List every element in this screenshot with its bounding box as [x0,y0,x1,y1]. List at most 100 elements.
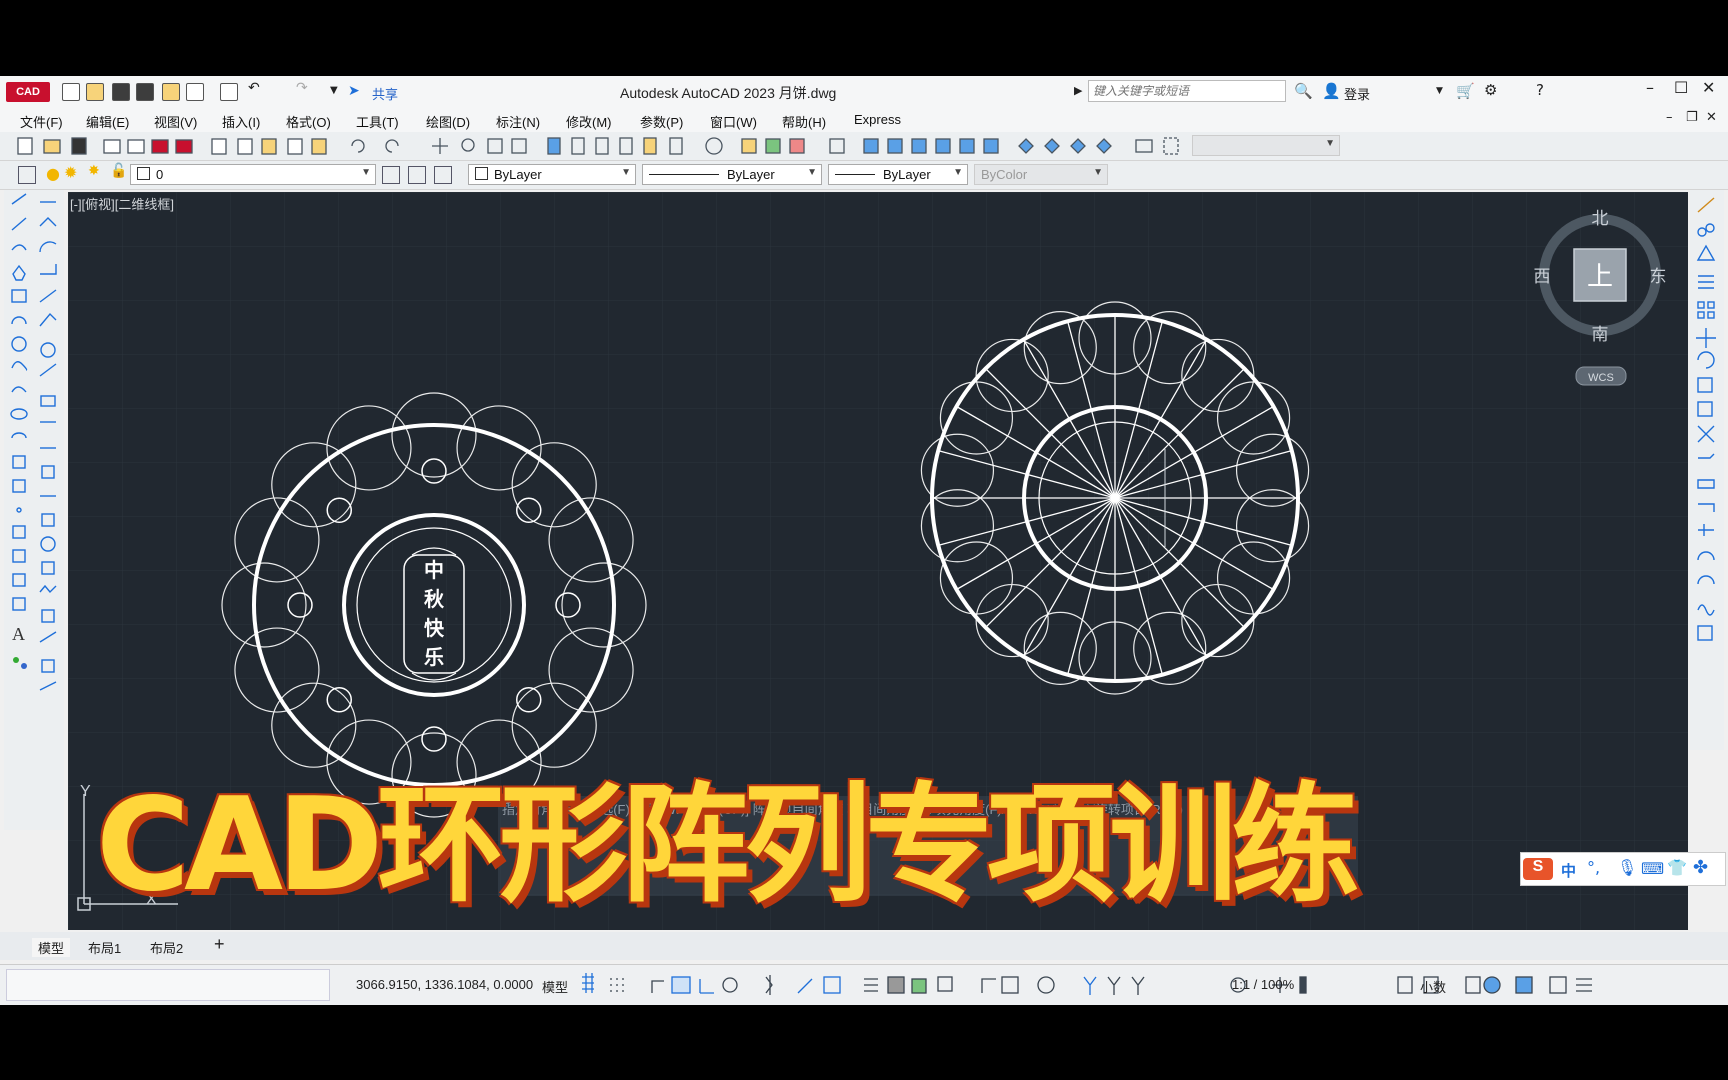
close-icon[interactable]: ✕ [1702,78,1715,97]
new-file-icon[interactable] [62,83,80,101]
color-dropdown[interactable]: ByLayer ▼ [468,164,636,185]
search-expand-icon[interactable]: ▶ [1074,84,1082,97]
title-bar: CAD ↶ ↷ ▼ ➤ 共享 Autodesk AutoCAD 2023 月饼.… [0,76,1728,109]
properties-toolbar: ● ✹ ✸ 🔓 0 ▼ ByLayer ▼ ByLayer ▼ ByLayer ▼ By… [0,161,1728,190]
ucs-y-label: Y [80,783,91,800]
open-file-icon[interactable] [86,83,104,101]
menu-parametric[interactable]: 参数(P) [640,112,683,131]
standard-toolbar: ▼ [0,132,1728,161]
cart-icon[interactable]: 🛒 [1456,82,1475,100]
color-swatch [475,167,488,180]
layer-dropdown[interactable]: 0 ▼ [130,164,376,185]
menu-bar: 文件(F) 编辑(E) 视图(V) 插入(I) 格式(O) 工具(T) 绘图(D… [0,108,1728,132]
redo-icon[interactable]: ↷ [296,80,308,96]
share-button[interactable]: 共享 [372,84,398,103]
menu-modify[interactable]: 修改(M) [566,112,612,131]
share-icon[interactable]: ➤ [348,83,360,99]
plotstyle-dropdown[interactable]: ByColor ▼ [974,164,1108,185]
mooncake-char: 乐 [424,645,444,669]
ime-mode[interactable]: 中 [1561,860,1576,881]
lock-icon[interactable]: 🔓 [110,163,128,181]
menu-edit[interactable]: 编辑(E) [86,112,129,131]
compass-west[interactable]: 西 [1534,267,1551,287]
doc-restore-icon[interactable]: ❐ [1686,110,1698,125]
menu-help[interactable]: 帮助(H) [782,112,826,131]
viewcube-top-label: 上 [1587,262,1613,292]
plotstyle-value: ByColor [981,167,1028,182]
help-icon[interactable]: ? [1536,81,1544,99]
doc-close-icon[interactable]: ✕ [1706,110,1717,125]
lightbulb-icon[interactable]: ● [46,164,64,183]
modify-toolbar [1690,190,1724,750]
save-icon[interactable] [112,83,130,101]
lineweight-dropdown[interactable]: ByLayer ▼ [828,164,968,185]
sun-icon[interactable]: ✹ [64,163,82,182]
menu-tools[interactable]: 工具(T) [356,112,399,131]
minimize-icon[interactable]: – [1646,78,1654,97]
status-toggle-icons[interactable] [576,965,1728,1005]
workspace-dropdown[interactable]: ▼ [1192,135,1340,156]
menu-express[interactable]: Express [854,112,901,127]
keyboard-icon[interactable]: ⌨ [1641,859,1664,878]
layer-name: 0 [156,167,164,182]
mooncake-right[interactable] [920,301,1310,695]
menu-draw[interactable]: 绘图(D) [426,112,470,131]
mooncake-text: 中 秋 快 乐 [424,556,444,672]
skin-icon[interactable]: 👕 [1667,858,1687,877]
search-icon[interactable]: 🔍 [1294,82,1313,100]
viewport-controls[interactable]: [-][俯视][二维线框] [70,194,174,213]
compass-south[interactable]: 南 [1592,325,1609,345]
menu-format[interactable]: 格式(O) [286,112,331,131]
microphone-icon[interactable]: 🎙 [1617,858,1637,877]
menu-window[interactable]: 窗口(W) [710,112,757,131]
model-space-button[interactable]: 模型 [542,977,568,996]
window-title: Autodesk AutoCAD 2023 月饼.dwg [620,85,837,101]
menu-dimension[interactable]: 标注(N) [496,112,540,131]
layer-color-swatch [137,167,150,180]
tab-layout1[interactable]: 布局1 [88,938,121,957]
svg-text:A: A [12,624,25,644]
share-file-icon[interactable] [186,83,204,101]
undo-icon[interactable]: ↶ [248,80,260,96]
customize-dropdown-icon[interactable]: ▼ [330,85,338,96]
menu-view[interactable]: 视图(V) [154,112,197,131]
maximize-icon[interactable]: ☐ [1674,78,1688,97]
compass-east[interactable]: 东 [1650,267,1667,287]
coordinate-readout: 3066.9150, 1336.1084, 0.0000 [356,977,534,992]
freeze-icon[interactable]: ✸ [88,163,106,181]
modify-tool-icons[interactable] [1690,190,1724,750]
user-icon[interactable]: 👤 [1322,82,1341,100]
layer-manager-icon[interactable] [18,166,36,184]
command-input[interactable] [6,969,330,1001]
layer-states-icon[interactable] [434,166,452,184]
punctuation-icon[interactable]: °, [1587,858,1600,877]
search-input[interactable] [1088,80,1286,102]
annotation-scale[interactable]: 1:1 / 100% [1232,977,1294,992]
save-as-icon[interactable] [136,83,154,101]
draw-tool-icons[interactable]: A [4,190,64,830]
tab-layout2[interactable]: 布局2 [150,938,183,957]
compass-north[interactable]: 北 [1592,209,1609,229]
login-button[interactable]: 登录 [1344,84,1370,103]
doc-minimize-icon[interactable]: – [1666,110,1673,125]
sogou-logo-icon[interactable]: S [1523,858,1553,880]
tab-model[interactable]: 模型 [32,938,71,957]
linetype-dropdown[interactable]: ByLayer ▼ [642,164,822,185]
layer-previous-icon[interactable] [408,166,426,184]
mooncake-char: 快 [424,616,444,640]
mooncake-char: 秋 [424,587,444,611]
autocad-logo[interactable]: CAD [6,82,50,102]
menu-file[interactable]: 文件(F) [20,112,63,131]
add-layout-icon[interactable]: + [214,934,225,955]
wcs-label: WCS [1588,372,1614,384]
standard-toolbar-icons[interactable] [0,132,1200,160]
make-current-layer-icon[interactable] [382,166,400,184]
print-icon[interactable] [220,83,238,101]
autodesk-app-icon[interactable]: ⚙ [1484,81,1497,99]
menu-insert[interactable]: 插入(I) [222,112,260,131]
toolbox-icon[interactable]: ✤ [1693,857,1708,878]
export-icon[interactable] [162,83,180,101]
units-selector[interactable]: 小数 [1420,977,1446,996]
login-dropdown-icon[interactable]: ▼ [1436,86,1443,96]
linetype-value: ByLayer [727,167,775,182]
